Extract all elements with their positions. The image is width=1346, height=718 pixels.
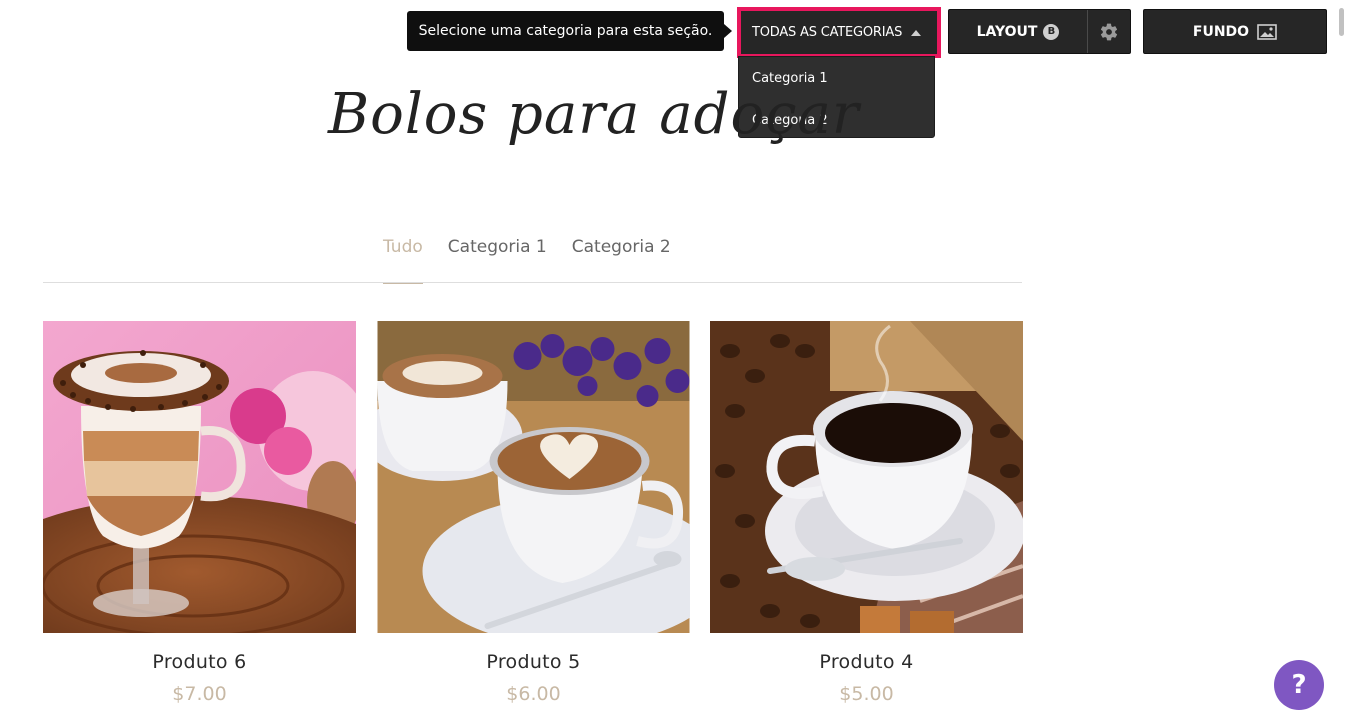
- tooltip-text: Selecione uma categoria para esta seção.: [418, 23, 713, 39]
- product-price: $6.00: [506, 683, 561, 705]
- background-label: FUNDO: [1192, 23, 1250, 40]
- product-image[interactable]: [710, 321, 1023, 633]
- tooltip-arrow: [724, 24, 732, 38]
- product-image[interactable]: [43, 321, 356, 633]
- caret-up-icon: [911, 29, 922, 36]
- product-card[interactable]: Produto 5 $6.00: [377, 321, 690, 705]
- product-card[interactable]: Produto 6 $7.00: [43, 321, 356, 705]
- product-price: $7.00: [172, 683, 227, 705]
- tab-categoria-1[interactable]: Categoria 1: [448, 236, 547, 284]
- category-tabs: Tudo Categoria 1 Categoria 2: [383, 236, 696, 284]
- tab-tudo[interactable]: Tudo: [383, 236, 423, 284]
- tab-categoria-2[interactable]: Categoria 2: [572, 236, 671, 284]
- layout-button[interactable]: LAYOUT B: [949, 10, 1088, 53]
- image-icon: [1257, 23, 1277, 40]
- section-title: Bolos para adoçar: [328, 82, 860, 147]
- product-name[interactable]: Produto 6: [43, 651, 356, 673]
- category-select-label: TODAS AS CATEGORIAS: [752, 25, 903, 40]
- product-name[interactable]: Produto 4: [710, 651, 1023, 673]
- layout-badge: B: [1043, 23, 1060, 40]
- category-tooltip: Selecione uma categoria para esta seção.: [407, 11, 724, 51]
- scrollbar-thumb[interactable]: [1339, 8, 1344, 36]
- gear-icon: [1100, 23, 1118, 40]
- help-button[interactable]: ?: [1274, 660, 1324, 710]
- background-button[interactable]: FUNDO: [1143, 9, 1327, 54]
- layout-label: LAYOUT: [976, 23, 1038, 40]
- product-card[interactable]: Produto 4 $5.00: [710, 321, 1023, 705]
- category-select[interactable]: TODAS AS CATEGORIAS: [737, 7, 941, 58]
- product-name[interactable]: Produto 5: [377, 651, 690, 673]
- settings-button[interactable]: [1088, 10, 1130, 53]
- product-price: $5.00: [839, 683, 894, 705]
- product-image[interactable]: [377, 321, 690, 633]
- layout-button-group: LAYOUT B: [948, 9, 1131, 54]
- tabs-divider: [43, 282, 1022, 283]
